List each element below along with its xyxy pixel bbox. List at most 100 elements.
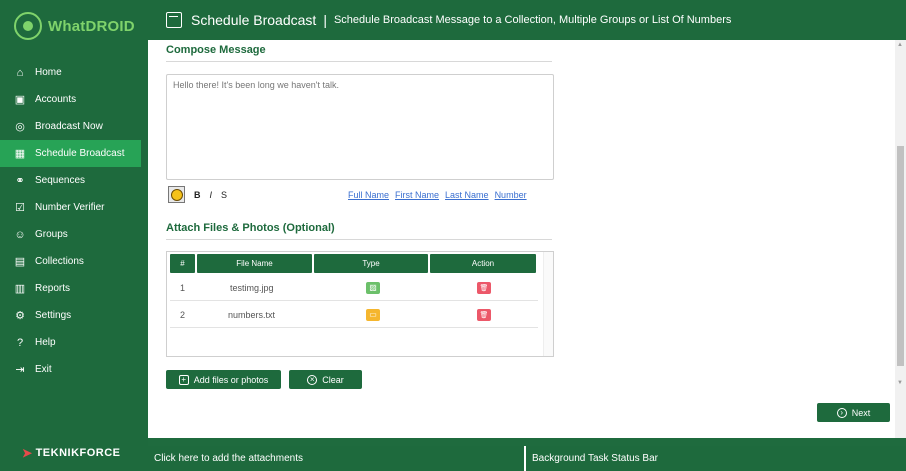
column-header-file-name: File Name [197,254,312,273]
status-attachments-hint[interactable]: Click here to add the attachments [148,446,526,471]
column-header-action: Action [430,254,536,273]
emoji-icon [170,188,183,201]
teknikforce-icon: ➤ [22,446,33,460]
placeholder-last-name-link[interactable]: Last Name [445,190,489,200]
page-title: Schedule Broadcast [191,12,317,28]
row-file-name: numbers.txt [228,309,276,320]
sidebar-item-groups[interactable]: ☺ Groups [0,221,141,248]
attachments-table: # File Name Type Action 1 testimg.jpg ▨ … [166,251,554,357]
page-subtitle: Schedule Broadcast Message to a Collecti… [333,14,732,26]
clear-button[interactable]: × Clear [289,370,362,389]
groups-icon: ☺ [14,228,26,241]
compose-section-title: Compose Message [166,44,266,56]
sequences-icon: ⚭ [15,175,25,187]
sidebar-item-sequences[interactable]: ⚭ Sequences [0,167,141,194]
clear-label: Clear [322,374,344,385]
sidebar-item-label: Schedule Broadcast [35,148,125,159]
sidebar-item-reports[interactable]: ▥ Reports [0,275,141,302]
brand-logo: ➤ TEKNIKFORCE [22,446,121,460]
strike-button[interactable]: S [221,190,227,200]
row-index: 1 [180,282,186,293]
delete-button[interactable]: 🗑 [477,308,491,321]
broadcast-icon: ◎ [15,121,25,133]
sidebar-item-exit[interactable]: ⇥ Exit [0,356,141,383]
column-header-index: # [170,254,195,273]
sidebar-item-accounts[interactable]: ▣ Accounts [0,86,141,113]
placeholder-number-link[interactable]: Number [495,190,527,200]
main-content: Compose Message Hello there! It's been l… [148,40,906,438]
sidebar-item-label: Accounts [35,94,77,105]
trash-icon: 🗑 [479,284,489,292]
sidebar-item-label: Broadcast Now [35,121,103,132]
sidebar-item-label: Collections [35,256,84,267]
brand-name: TEKNIKFORCE [35,447,121,459]
calendar-icon [166,12,182,28]
status-bar: Click here to add the attachments Backgr… [148,446,906,471]
sidebar-item-label: Help [35,337,56,348]
next-label: Next [851,407,871,418]
trash-icon: 🗑 [479,311,489,319]
sidebar-item-label: Groups [35,229,68,240]
add-files-label: Add files or photos [193,374,269,385]
sidebar-nav: ⌂ Home ▣ Accounts ◎ Broadcast Now ▦ Sche… [0,59,141,383]
sidebar: WhatDROID ⌂ Home ▣ Accounts ◎ Broadcast … [0,0,148,471]
plus-icon: + [178,374,189,385]
arrow-right-circle-icon: › [836,407,847,418]
sidebar-item-label: Number Verifier [35,202,105,213]
placeholder-links: Full Name First Name Last Name Number [348,190,533,200]
table-row: 2 numbers.txt ▭ 🗑 [170,301,538,328]
next-button[interactable]: › Next [817,403,890,422]
image-icon: ▨ [366,281,380,294]
divider [166,239,552,240]
divider [166,61,552,62]
whatdroid-logo-icon [14,12,42,40]
sidebar-item-label: Exit [35,364,52,375]
sidebar-item-number-verifier[interactable]: ☑ Number Verifier [0,194,141,221]
status-background-tasks: Background Task Status Bar [532,453,658,464]
sidebar-item-broadcast-now[interactable]: ◎ Broadcast Now [0,113,141,140]
sidebar-item-schedule-broadcast[interactable]: ▦ Schedule Broadcast [0,140,141,167]
emoji-button[interactable] [168,186,185,203]
main-scrollbar[interactable]: ▲ ▼ [895,40,906,438]
app-logo: WhatDROID [14,10,135,42]
italic-button[interactable]: I [210,190,213,200]
column-header-type: Type [314,254,428,273]
table-row: 1 testimg.jpg ▨ 🗑 [170,274,538,301]
scroll-down-icon[interactable]: ▼ [897,380,903,386]
row-index: 2 [180,309,186,320]
folder-icon: ▭ [366,308,380,321]
row-file-name: testimg.jpg [230,282,274,293]
page-header: Schedule Broadcast | Schedule Broadcast … [148,0,906,40]
add-files-button[interactable]: + Add files or photos [166,370,281,389]
help-icon: ? [16,336,24,349]
reports-icon: ▥ [14,283,26,295]
sidebar-item-label: Sequences [35,175,86,186]
close-circle-icon: × [307,374,318,385]
sidebar-item-label: Home [35,67,62,78]
sidebar-item-settings[interactable]: ⚙ Settings [0,302,141,329]
bold-button[interactable]: B [194,190,201,200]
exit-icon: ⇥ [15,364,25,376]
collections-icon: ▤ [14,256,26,268]
sidebar-item-home[interactable]: ⌂ Home [0,59,141,86]
placeholder-full-name-link[interactable]: Full Name [348,190,389,200]
home-icon: ⌂ [16,66,24,79]
table-header: # File Name Type Action [170,254,538,273]
sidebar-item-collections[interactable]: ▤ Collections [0,248,141,275]
calendar-icon: ▦ [14,148,26,160]
table-scrollbar[interactable] [543,252,553,356]
attachments-section-title: Attach Files & Photos (Optional) [166,222,335,234]
sidebar-item-label: Settings [35,310,72,321]
format-toolbar: B I S [168,186,227,203]
message-textarea[interactable]: Hello there! It's been long we haven't t… [166,74,554,180]
sidebar-item-label: Reports [35,283,71,294]
delete-button[interactable]: 🗑 [477,281,491,294]
placeholder-first-name-link[interactable]: First Name [395,190,439,200]
scroll-thumb[interactable] [897,146,904,366]
verifier-icon: ☑ [15,202,25,214]
app-name: WhatDROID [48,17,135,35]
header-separator: | [323,12,327,28]
gear-icon: ⚙ [15,310,25,322]
sidebar-item-help[interactable]: ? Help [0,329,141,356]
scroll-up-icon[interactable]: ▲ [897,42,903,48]
